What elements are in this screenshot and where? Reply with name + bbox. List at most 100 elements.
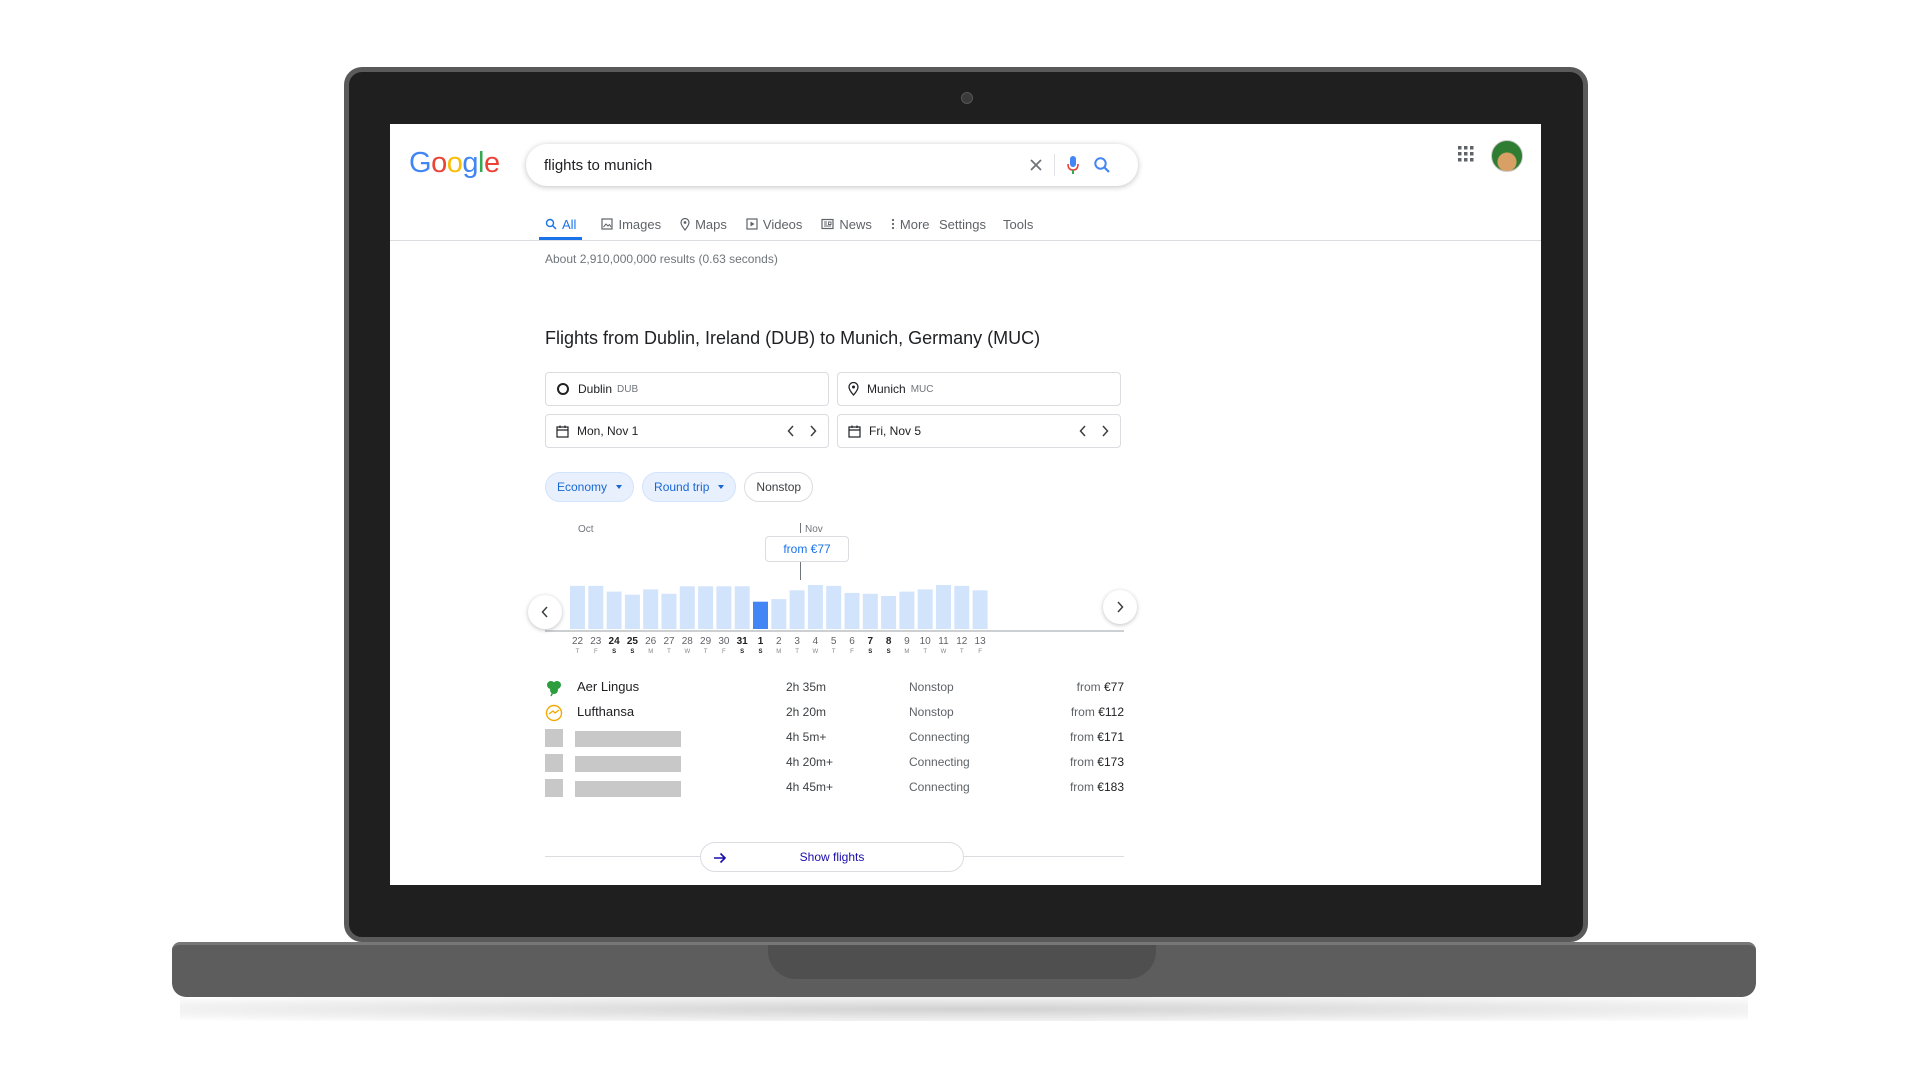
nonstop-chip[interactable]: Nonstop (744, 472, 814, 502)
chart-bar[interactable] (972, 590, 988, 629)
price-prefix: from (1070, 705, 1095, 719)
nonstop-chip-label: Nonstop (756, 480, 802, 494)
search-icon (545, 218, 557, 230)
chart-bar[interactable] (881, 596, 897, 629)
flight-result-row[interactable]: Lufthansa 2h 20m Nonstop from €112 (545, 701, 1135, 723)
depart-date-label: Mon, Nov 1 (577, 424, 639, 438)
flight-price: from €112 (1071, 705, 1124, 719)
chart-bar[interactable] (679, 586, 695, 629)
laptop-shadow (180, 997, 1748, 1021)
price-value: €112 (1098, 705, 1124, 719)
flight-result-row[interactable]: 4h 5m+ Connecting from €171 (545, 726, 1135, 748)
google-logo[interactable]: Google (409, 147, 500, 180)
search-input[interactable]: flights to munich (544, 157, 652, 174)
price-tooltip: from €77 (765, 536, 849, 562)
avatar[interactable] (1491, 140, 1523, 172)
chart-next-button[interactable] (1103, 590, 1137, 624)
destination-field[interactable]: Munich MUC (837, 372, 1121, 406)
caret-down-icon (718, 485, 725, 489)
map-pin-icon (848, 382, 859, 396)
apps-grid-icon[interactable] (1457, 145, 1475, 163)
month-label-oct: Oct (578, 524, 594, 535)
chart-bar[interactable] (826, 585, 842, 629)
chevron-left-icon (541, 606, 548, 618)
chart-bar[interactable] (844, 592, 860, 629)
image-icon (601, 218, 614, 230)
chart-bar[interactable] (624, 594, 640, 629)
filter-chips: Economy Round trip Nonstop (545, 472, 821, 502)
tools-link[interactable]: Tools (1003, 211, 1033, 237)
chart-bar[interactable] (789, 590, 805, 629)
trip-type-chip[interactable]: Round trip (642, 472, 737, 502)
tab-news[interactable]: News (821, 211, 872, 237)
chart-bar[interactable] (899, 591, 915, 629)
chart-bar[interactable] (698, 586, 714, 629)
chart-weekday-label: F (978, 649, 982, 655)
flights-title[interactable]: Flights from Dublin, Ireland (DUB) to Mu… (545, 328, 1040, 349)
laptop-base-notch (768, 945, 1156, 979)
destination-code: MUC (910, 383, 934, 395)
chart-bar[interactable] (643, 589, 659, 629)
chart-bar[interactable] (661, 593, 677, 629)
flight-stops: Nonstop (909, 705, 954, 719)
depart-date-field[interactable]: Mon, Nov 1 (545, 414, 829, 448)
chevron-right-icon[interactable] (1101, 425, 1109, 437)
return-date-field[interactable]: Fri, Nov 5 (837, 414, 1121, 448)
chart-bar[interactable] (606, 591, 622, 629)
laptop-base (172, 942, 1756, 997)
news-icon (821, 218, 835, 230)
chart-bar[interactable] (716, 586, 732, 629)
price-prefix: from (1076, 680, 1101, 694)
chart-bar[interactable] (936, 585, 951, 629)
webcam (961, 92, 973, 104)
month-label-nov: Nov (805, 524, 823, 535)
chart-bar[interactable] (734, 586, 750, 629)
chart-bar[interactable] (588, 585, 604, 629)
search-icon[interactable] (1090, 153, 1114, 177)
flight-duration: 4h 5m+ (786, 730, 827, 744)
settings-link[interactable]: Settings (939, 211, 986, 237)
flight-result-row[interactable]: 4h 20m+ Connecting from €173 (545, 751, 1135, 773)
tab-images-label: Images (618, 216, 662, 232)
browser-screen: Google flights to munich All Images Maps… (390, 124, 1541, 885)
chevron-right-icon (1117, 601, 1124, 613)
flight-duration: 4h 20m+ (786, 755, 834, 769)
search-tabs: All Images Maps Videos News More (539, 211, 949, 240)
calendar-icon (556, 425, 569, 438)
calendar-icon (848, 425, 861, 438)
origin-field[interactable]: Dublin DUB (545, 372, 829, 406)
tab-videos-label: Videos (762, 216, 803, 232)
chart-bar[interactable] (753, 601, 768, 629)
tab-news-label: News (839, 216, 872, 232)
flight-price: from €183 (1070, 780, 1124, 794)
chart-bar[interactable] (954, 585, 970, 629)
tab-maps[interactable]: Maps (680, 211, 727, 237)
microphone-icon[interactable] (1061, 153, 1085, 177)
tab-maps-label: Maps (695, 216, 727, 232)
flight-result-row[interactable]: Aer Lingus 2h 35m Nonstop from €77 (545, 676, 1135, 698)
tab-all[interactable]: All (539, 211, 583, 240)
show-flights-button[interactable]: Show flights (700, 842, 964, 872)
tooltip-pointer-line (800, 562, 801, 580)
chart-bar[interactable] (917, 589, 933, 629)
chart-bar[interactable] (807, 585, 823, 629)
chart-bar[interactable] (570, 585, 585, 629)
search-box[interactable]: flights to munich (526, 144, 1138, 186)
clear-icon[interactable] (1024, 153, 1048, 177)
flight-result-row[interactable]: 4h 45m+ Connecting from €183 (545, 776, 1135, 798)
chart-prev-button[interactable] (528, 595, 562, 629)
price-value: €77 (1103, 680, 1124, 694)
tab-images[interactable]: Images (601, 211, 661, 237)
chevron-right-icon[interactable] (809, 425, 817, 437)
chart-bar[interactable] (771, 599, 787, 629)
tab-videos[interactable]: Videos (746, 211, 803, 237)
tab-more[interactable]: More (891, 211, 930, 237)
show-flights-label: Show flights (799, 850, 865, 864)
chart-date-label: 13 (974, 636, 986, 647)
chevron-left-icon[interactable] (1079, 425, 1087, 437)
class-chip[interactable]: Economy (545, 472, 635, 502)
chart-bar[interactable] (862, 593, 878, 629)
flight-price: from €77 (1077, 680, 1124, 694)
more-vert-icon (891, 218, 895, 230)
chevron-left-icon[interactable] (787, 425, 795, 437)
